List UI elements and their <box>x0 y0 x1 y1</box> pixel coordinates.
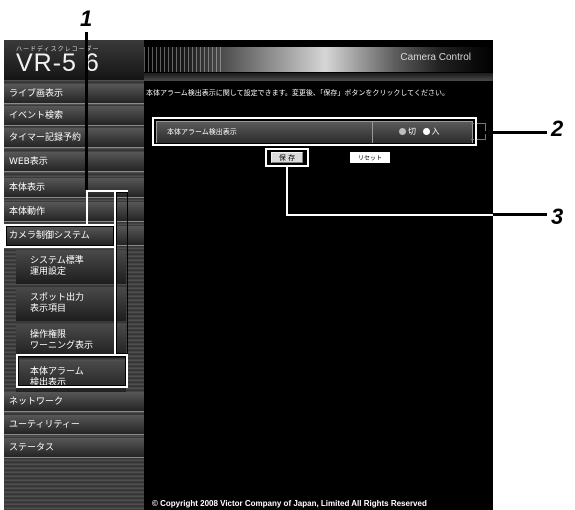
callout-3-connector <box>286 214 493 216</box>
sub-item-label: 操作権限 <box>30 330 67 340</box>
callout-1-connector <box>86 190 116 192</box>
callout-1-highlight-camera-menu <box>4 224 116 248</box>
header-divider <box>144 73 493 81</box>
callout-1-line <box>85 32 88 190</box>
callout-2-line <box>477 131 547 134</box>
sidebar-item-web-display[interactable]: WEB表示 <box>4 152 144 172</box>
app-window: ハードディスクレコーダー VR-5 6 Camera Control ライブ画表… <box>4 40 493 510</box>
header-stripes <box>144 47 224 72</box>
callout-1-bracket <box>114 190 128 354</box>
sub-item-spot-output[interactable]: スポット出力 表示項目 <box>16 287 126 321</box>
sub-item-label: スポット出力 <box>30 293 85 303</box>
sidebar-item-timer-record[interactable]: タイマー記録予約 <box>4 128 144 148</box>
callout-3-connector <box>286 167 288 215</box>
callout-3-highlight-save-button <box>265 148 309 167</box>
sidebar-item-network[interactable]: ネットワーク <box>4 392 144 412</box>
instruction-text: 本体アラーム検出表示に関して設定できます。変更後、「保存」ボタンをクリックしてく… <box>146 89 449 97</box>
sidebar-item-utility[interactable]: ユーティリティー <box>4 415 144 435</box>
callout-number-3: 3 <box>551 204 564 229</box>
app-title: Camera Control <box>400 52 471 63</box>
callout-number-1: 1 <box>80 6 93 31</box>
reset-button[interactable]: リセット <box>350 152 390 163</box>
copyright-footer: © Copyright 2008 Victor Company of Japan… <box>152 499 427 508</box>
sidebar-item-event-search[interactable]: イベント検索 <box>4 106 144 126</box>
sub-item-label: ワーニング表示 <box>30 341 94 351</box>
callout-1-connector <box>86 190 88 224</box>
logo: ハードディスクレコーダー VR-5 6 <box>4 40 144 80</box>
sidebar-item-live-view[interactable]: ライブ画表示 <box>4 84 144 104</box>
callout-3-line <box>493 213 547 216</box>
sub-item-label: 運用設定 <box>30 267 67 277</box>
sub-item-system-standard[interactable]: システム標準 運用設定 <box>16 250 126 284</box>
sidebar-item-status[interactable]: ステータス <box>4 438 144 458</box>
callout-1-highlight-alarm-item <box>16 354 128 388</box>
callout-number-2: 2 <box>551 116 564 141</box>
sub-item-label: システム標準 <box>30 256 84 266</box>
sub-item-operation-permission[interactable]: 操作権限 ワーニング表示 <box>16 324 126 358</box>
callout-2-highlight-setting-row <box>152 117 477 146</box>
sub-item-label: 表示項目 <box>30 304 67 314</box>
